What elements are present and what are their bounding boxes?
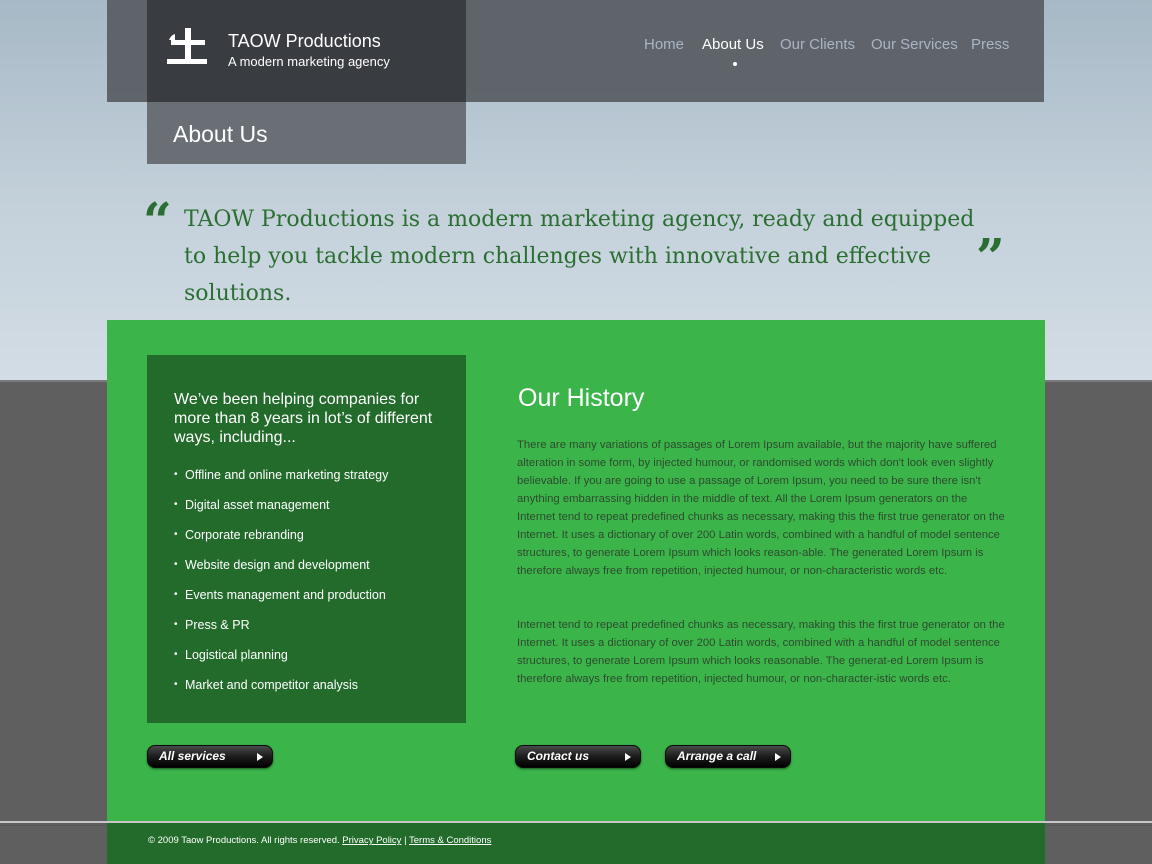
page-title: About Us bbox=[173, 121, 268, 147]
nav-about-us[interactable]: About Us bbox=[702, 36, 764, 53]
footer-text: © 2009 Taow Productions. All rights rese… bbox=[148, 835, 491, 846]
intro-quote: TAOW Productions is a modern marketing a… bbox=[184, 207, 975, 306]
history-heading: Our History bbox=[518, 384, 645, 412]
list-item: Corporate rebranding bbox=[174, 526, 388, 556]
nav-our-services[interactable]: Our Services bbox=[871, 36, 958, 53]
services-list: Offline and online marketing strategy Di… bbox=[174, 466, 388, 706]
nav-active-indicator bbox=[733, 62, 737, 66]
quote-open-icon: “ bbox=[143, 191, 172, 250]
list-item: Digital asset management bbox=[174, 496, 388, 526]
arrow-right-icon bbox=[625, 753, 631, 761]
arrange-call-label: Arrange a call bbox=[677, 749, 757, 763]
arrow-right-icon bbox=[257, 753, 263, 761]
list-item: Press & PR bbox=[174, 616, 388, 646]
all-services-button[interactable]: All services bbox=[147, 745, 273, 768]
list-item: Events management and production bbox=[174, 586, 388, 616]
brand-tagline: A modern marketing agency bbox=[228, 54, 390, 69]
nav-our-clients[interactable]: Our Clients bbox=[780, 36, 855, 53]
list-item: Website design and development bbox=[174, 556, 388, 586]
history-paragraph: Internet tend to repeat predefined chunk… bbox=[517, 619, 1005, 685]
main-nav: Home About Us Our Clients Our Services P… bbox=[0, 36, 1152, 56]
list-item: Logistical planning bbox=[174, 646, 388, 676]
footer-separator: | bbox=[404, 835, 407, 846]
nav-home[interactable]: Home bbox=[644, 36, 684, 53]
services-intro: We’ve been helping companies for more th… bbox=[174, 391, 433, 446]
privacy-policy-link[interactable]: Privacy Policy bbox=[342, 835, 401, 846]
contact-us-label: Contact us bbox=[527, 749, 590, 763]
list-item: Market and competitor analysis bbox=[174, 676, 388, 706]
list-item: Offline and online marketing strategy bbox=[174, 466, 388, 496]
nav-press[interactable]: Press bbox=[971, 36, 1009, 53]
arrange-call-button[interactable]: Arrange a call bbox=[665, 745, 791, 768]
quote-close-icon: ” bbox=[976, 227, 1005, 286]
arrow-right-icon bbox=[775, 753, 781, 761]
page-title-box: About Us bbox=[147, 102, 466, 164]
contact-us-button[interactable]: Contact us bbox=[515, 745, 641, 768]
all-services-label: All services bbox=[159, 749, 226, 763]
history-paragraph: There are many variations of passages of… bbox=[517, 439, 1005, 577]
terms-conditions-link[interactable]: Terms & Conditions bbox=[409, 835, 491, 846]
copyright-text: © 2009 Taow Productions. All rights rese… bbox=[148, 835, 340, 846]
